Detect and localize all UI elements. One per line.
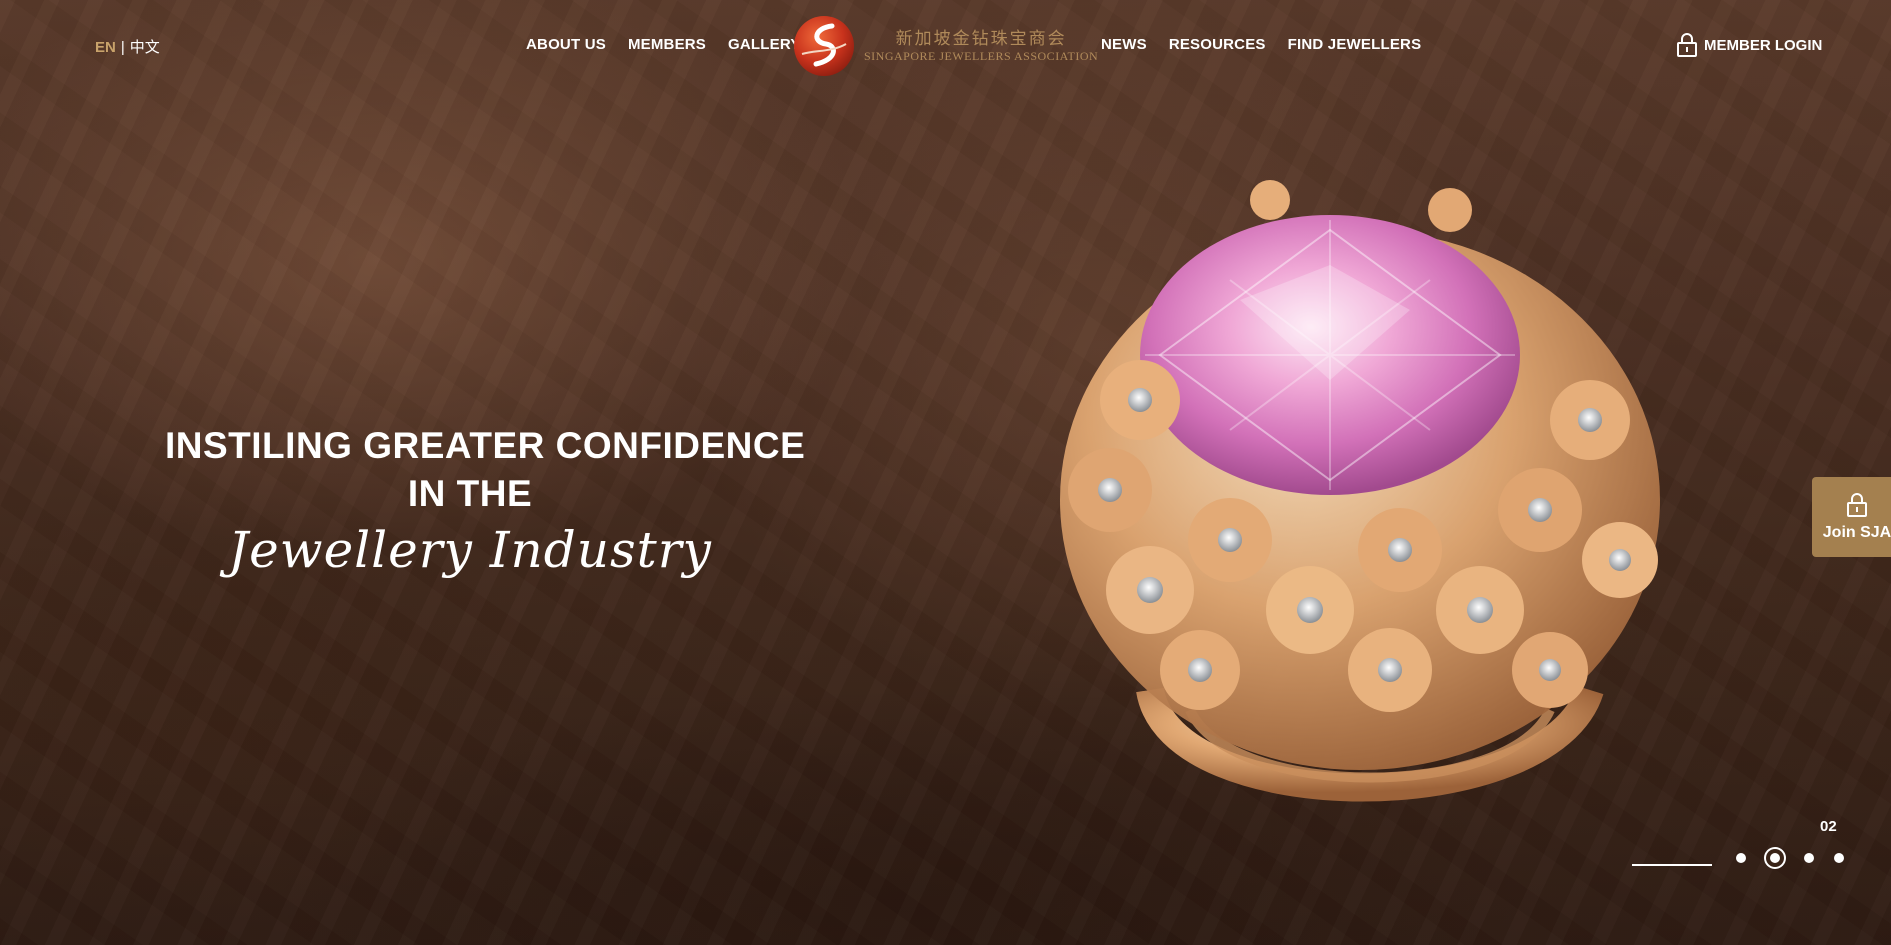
nav-news[interactable]: NEWS: [1101, 36, 1147, 53]
logo-chinese-name: 新加坡金钻珠宝商会: [895, 28, 1067, 48]
nav-about-us[interactable]: ABOUT US: [526, 36, 606, 53]
slider-dot-3[interactable]: [1804, 853, 1814, 863]
hero-script-line: Jewellery Industry: [228, 521, 712, 579]
nav-left: ABOUT US MEMBERS GALLERY: [526, 36, 801, 53]
nav-gallery[interactable]: GALLERY: [728, 36, 801, 53]
logo-text: 新加坡金钻珠宝商会 SINGAPORE JEWELLERS ASSOCIATIO…: [864, 29, 1098, 64]
language-switcher: EN | 中文: [95, 36, 160, 57]
nav-resources[interactable]: RESOURCES: [1169, 36, 1266, 53]
lang-en-link[interactable]: EN: [95, 39, 116, 56]
nav-find-jewellers[interactable]: FIND JEWELLERS: [1288, 36, 1422, 53]
lock-icon: [1677, 33, 1697, 57]
member-login-label: MEMBER LOGIN: [1704, 36, 1823, 54]
slide-progress-line: [1632, 864, 1712, 866]
hero-heading: INSTILING GREATER CONFIDENCE IN THE Jewe…: [165, 422, 806, 582]
member-login-button[interactable]: MEMBER LOGIN: [1676, 32, 1822, 58]
lang-separator: |: [120, 39, 125, 56]
slider-pagination: [1736, 853, 1854, 863]
hero-line-1: INSTILING GREATER CONFIDENCE: [165, 425, 806, 466]
slider-dot-1[interactable]: [1736, 853, 1746, 863]
logo-english-name: SINGAPORE JEWELLERS ASSOCIATION: [864, 49, 1099, 63]
lock-icon: [1847, 493, 1867, 517]
slider-dot-2[interactable]: [1770, 853, 1780, 863]
nav-right: NEWS RESOURCES FIND JEWELLERS: [1101, 36, 1421, 53]
lang-zh-link[interactable]: 中文: [130, 39, 160, 56]
hero-ring-image: [1060, 180, 1660, 802]
hero-line-2: IN THE: [407, 473, 533, 514]
logo-emblem-icon: [794, 16, 854, 76]
nav-members[interactable]: MEMBERS: [628, 36, 706, 53]
join-sja-label: Join SJA: [1822, 524, 1891, 541]
slider-dot-4[interactable]: [1834, 853, 1844, 863]
join-sja-button[interactable]: Join SJA: [1812, 477, 1891, 557]
slide-counter: 02: [1820, 818, 1837, 835]
site-logo[interactable]: 新加坡金钻珠宝商会 SINGAPORE JEWELLERS ASSOCIATIO…: [792, 14, 1098, 78]
